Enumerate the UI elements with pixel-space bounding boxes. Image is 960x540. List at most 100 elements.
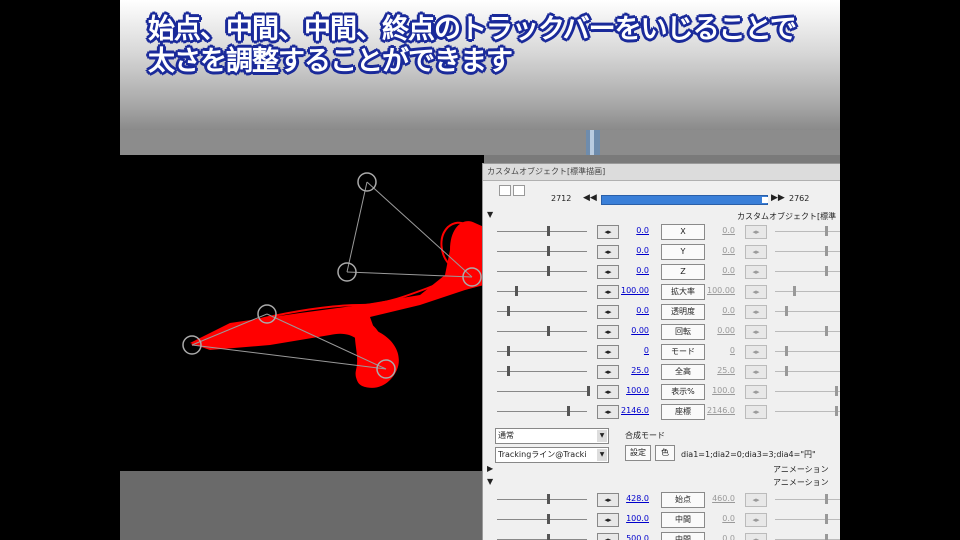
left-value[interactable]: 0 (619, 346, 649, 355)
script-select[interactable]: Trackingライン@Tracki ▼ (495, 447, 609, 463)
left-value[interactable]: 0.0 (619, 246, 649, 255)
right-slider[interactable] (775, 519, 840, 520)
right-slider[interactable] (775, 331, 840, 332)
left-stepper[interactable]: ◂▸ (597, 225, 619, 239)
right-slider-knob[interactable] (785, 366, 788, 376)
right-value[interactable]: 0.0 (705, 246, 735, 255)
right-slider-knob[interactable] (793, 286, 796, 296)
right-stepper[interactable]: ◂▸ (745, 533, 767, 540)
left-stepper[interactable]: ◂▸ (597, 533, 619, 540)
right-slider[interactable] (775, 251, 840, 252)
right-value[interactable]: 2146.0 (705, 406, 735, 415)
left-stepper[interactable]: ◂▸ (597, 385, 619, 399)
right-stepper[interactable]: ◂▸ (745, 385, 767, 399)
left-slider[interactable] (497, 519, 587, 520)
left-slider[interactable] (497, 311, 587, 312)
right-slider-knob[interactable] (825, 514, 828, 524)
right-stepper[interactable]: ◂▸ (745, 245, 767, 259)
parameter-button[interactable]: Z (661, 264, 705, 280)
left-slider-knob[interactable] (507, 366, 510, 376)
left-value[interactable]: 100.0 (619, 514, 649, 523)
collapse-icon[interactable]: ▼ (487, 210, 493, 219)
left-value[interactable]: 428.0 (619, 494, 649, 503)
left-stepper[interactable]: ◂▸ (597, 325, 619, 339)
right-value[interactable]: 0.0 (705, 534, 735, 540)
right-value[interactable]: 25.0 (705, 366, 735, 375)
right-stepper[interactable]: ◂▸ (745, 345, 767, 359)
color-button[interactable]: 色 (655, 445, 675, 461)
parameter-button[interactable]: 透明度 (661, 304, 705, 320)
left-slider[interactable] (497, 391, 587, 392)
left-slider-knob[interactable] (507, 306, 510, 316)
parameter-button[interactable]: 座標 (661, 404, 705, 420)
parameter-button[interactable]: モード (661, 344, 705, 360)
right-slider[interactable] (775, 411, 840, 412)
right-value[interactable]: 0.0 (705, 266, 735, 275)
expand-icon[interactable]: ▶ (487, 464, 493, 473)
left-slider[interactable] (497, 271, 587, 272)
left-stepper[interactable]: ◂▸ (597, 265, 619, 279)
left-slider-knob[interactable] (547, 226, 550, 236)
timeline-bar[interactable] (601, 195, 768, 205)
left-value[interactable]: 100.00 (619, 286, 649, 295)
left-slider-knob[interactable] (567, 406, 570, 416)
blend-mode-select[interactable]: 通常 ▼ (495, 428, 609, 444)
left-stepper[interactable]: ◂▸ (597, 365, 619, 379)
right-slider[interactable] (775, 499, 840, 500)
left-stepper[interactable]: ◂▸ (597, 285, 619, 299)
left-value[interactable]: 0.00 (619, 326, 649, 335)
right-stepper[interactable]: ◂▸ (745, 265, 767, 279)
timeline-marker[interactable] (762, 197, 768, 203)
left-stepper[interactable]: ◂▸ (597, 513, 619, 527)
right-value[interactable]: 100.0 (705, 386, 735, 395)
left-slider[interactable] (497, 251, 587, 252)
right-slider[interactable] (775, 391, 840, 392)
right-stepper[interactable]: ◂▸ (745, 493, 767, 507)
left-slider-knob[interactable] (547, 266, 550, 276)
right-slider[interactable] (775, 271, 840, 272)
left-slider-knob[interactable] (547, 326, 550, 336)
left-stepper[interactable]: ◂▸ (597, 305, 619, 319)
right-slider-knob[interactable] (835, 386, 838, 396)
right-slider[interactable] (775, 291, 840, 292)
right-slider-knob[interactable] (835, 406, 838, 416)
right-stepper[interactable]: ◂▸ (745, 225, 767, 239)
right-value[interactable]: 100.00 (705, 286, 735, 295)
right-slider-knob[interactable] (825, 246, 828, 256)
right-value[interactable]: 0.00 (705, 326, 735, 335)
left-value[interactable]: 0.0 (619, 266, 649, 275)
right-slider-knob[interactable] (785, 306, 788, 316)
parameter-button[interactable]: 拡大率 (661, 284, 705, 300)
parameter-button[interactable]: 全高 (661, 364, 705, 380)
settings-button[interactable]: 設定 (625, 445, 651, 461)
left-slider[interactable] (497, 411, 587, 412)
right-slider-knob[interactable] (825, 226, 828, 236)
prev-keyframe-icon[interactable]: ◀◀ (583, 193, 597, 203)
left-slider[interactable] (497, 499, 587, 500)
left-value[interactable]: 100.0 (619, 386, 649, 395)
toolbar-icon[interactable] (513, 185, 525, 196)
right-slider-knob[interactable] (825, 266, 828, 276)
left-stepper[interactable]: ◂▸ (597, 405, 619, 419)
right-value[interactable]: 460.0 (705, 494, 735, 503)
left-value[interactable]: 0.0 (619, 306, 649, 315)
left-value[interactable]: 500.0 (619, 534, 649, 540)
right-slider-knob[interactable] (785, 346, 788, 356)
right-value[interactable]: 0 (705, 346, 735, 355)
parameter-button[interactable]: 中間 (661, 512, 705, 528)
right-stepper[interactable]: ◂▸ (745, 405, 767, 419)
parameter-button[interactable]: X (661, 224, 705, 240)
left-value[interactable]: 0.0 (619, 226, 649, 235)
right-stepper[interactable]: ◂▸ (745, 285, 767, 299)
left-stepper[interactable]: ◂▸ (597, 345, 619, 359)
right-stepper[interactable]: ◂▸ (745, 365, 767, 379)
left-slider-knob[interactable] (547, 514, 550, 524)
left-slider-knob[interactable] (515, 286, 518, 296)
right-value[interactable]: 0.0 (705, 514, 735, 523)
next-keyframe-icon[interactable]: ▶▶ (771, 193, 785, 203)
left-slider-knob[interactable] (507, 346, 510, 356)
parameter-button[interactable]: 始点 (661, 492, 705, 508)
right-slider-knob[interactable] (825, 534, 828, 540)
right-slider-knob[interactable] (825, 494, 828, 504)
left-slider-knob[interactable] (587, 386, 590, 396)
